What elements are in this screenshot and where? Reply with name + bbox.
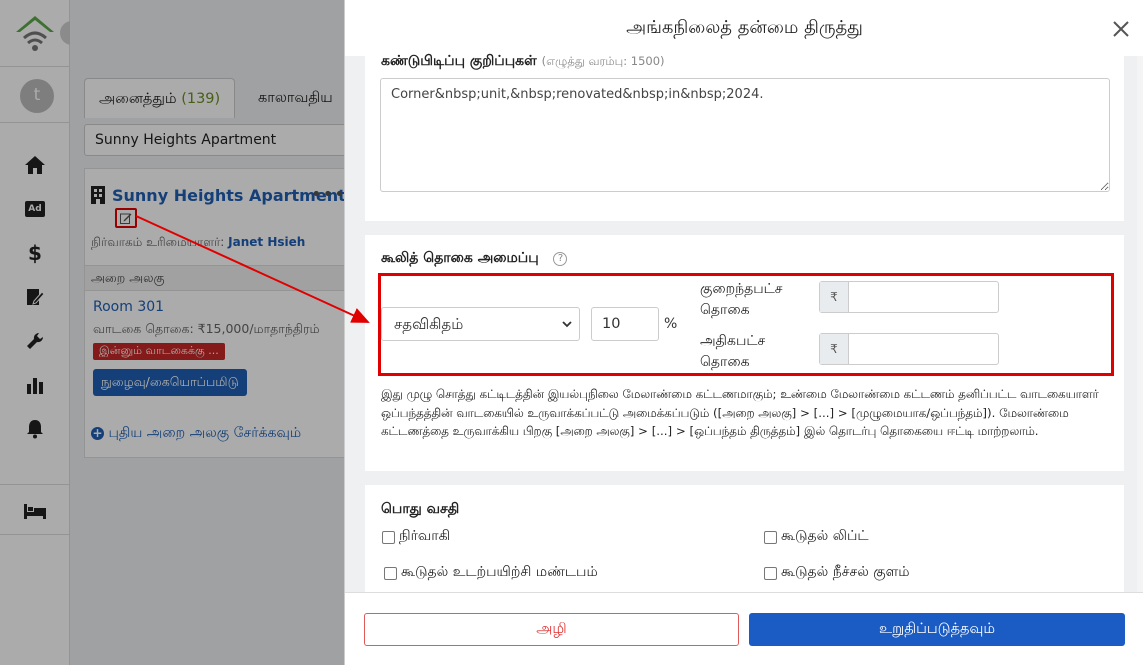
amenity-checkbox-pool[interactable]: கூடுதல் நீச்சல் குளம் [764,564,910,582]
checkbox[interactable] [764,566,777,580]
amenity-checkbox-admin[interactable]: நிர்வாகி [382,528,450,546]
scrollbar[interactable] [1137,56,1143,592]
notes-section: கண்டுபிடிப்பு குறிப்புகள் (எழுத்து வரம்ப… [365,53,1124,221]
max-amount-label: அதிகபட்ச தொகை [700,333,766,370]
max-amount-input[interactable]: ₹ [819,333,999,365]
cancel-button[interactable]: அழி [364,613,739,646]
chevron-down-icon [562,321,572,328]
rupee-icon: ₹ [820,282,849,312]
fee-title: கூலித் தொகை அமைப்பு ? [381,250,568,268]
checkbox[interactable] [764,530,777,544]
notes-char-limit: (எழுத்து வரம்பு: 1500) [541,54,665,68]
close-icon[interactable] [1110,18,1132,40]
notes-title: கண்டுபிடிப்பு குறிப்புகள் (எழுத்து வரம்ப… [381,53,665,69]
modal-header: அங்கநிலைத் தன்மை திருத்து [345,0,1143,56]
modal-title: அங்கநிலைத் தன்மை திருத்து [626,17,863,38]
fee-type-select[interactable]: சதவிகிதம் [381,307,580,341]
modal-footer: அழி உறுதிப்படுத்தவும் [345,592,1143,665]
amenities-title: பொது வசதி [381,501,460,517]
fee-percent-input[interactable]: 10 [591,307,659,341]
notes-textarea[interactable]: Corner&nbsp;unit,&nbsp;renovated&nbsp;in… [380,78,1110,192]
amenity-checkbox-lift[interactable]: கூடுதல் லிப்ட் [764,528,869,546]
min-amount-input[interactable]: ₹ [819,281,999,313]
amenity-checkbox-gym[interactable]: கூடுதல் உடற்பயிற்சி மண்டபம் [384,564,598,582]
rupee-icon: ₹ [820,334,849,364]
confirm-button[interactable]: உறுதிப்படுத்தவும் [749,613,1125,646]
checkbox[interactable] [382,530,395,544]
min-amount-label: குறைந்தபட்ச தொகை [700,281,783,318]
checkbox[interactable] [384,566,397,580]
edit-property-modal: அங்கநிலைத் தன்மை திருத்து கண்டுபிடிப்பு … [344,0,1143,665]
fee-settings-section: கூலித் தொகை அமைப்பு ? சதவிகிதம் 10 % குற… [365,235,1124,471]
help-icon[interactable]: ? [553,252,568,266]
amenities-section: பொது வசதி நிர்வாகி கூடுதல் லிப்ட் கூடுதல… [365,485,1124,592]
fee-explanation: இது முழு சொத்து கட்டிடத்தின் இயல்புநிலை … [381,387,1099,438]
percent-sign: % [664,316,678,332]
